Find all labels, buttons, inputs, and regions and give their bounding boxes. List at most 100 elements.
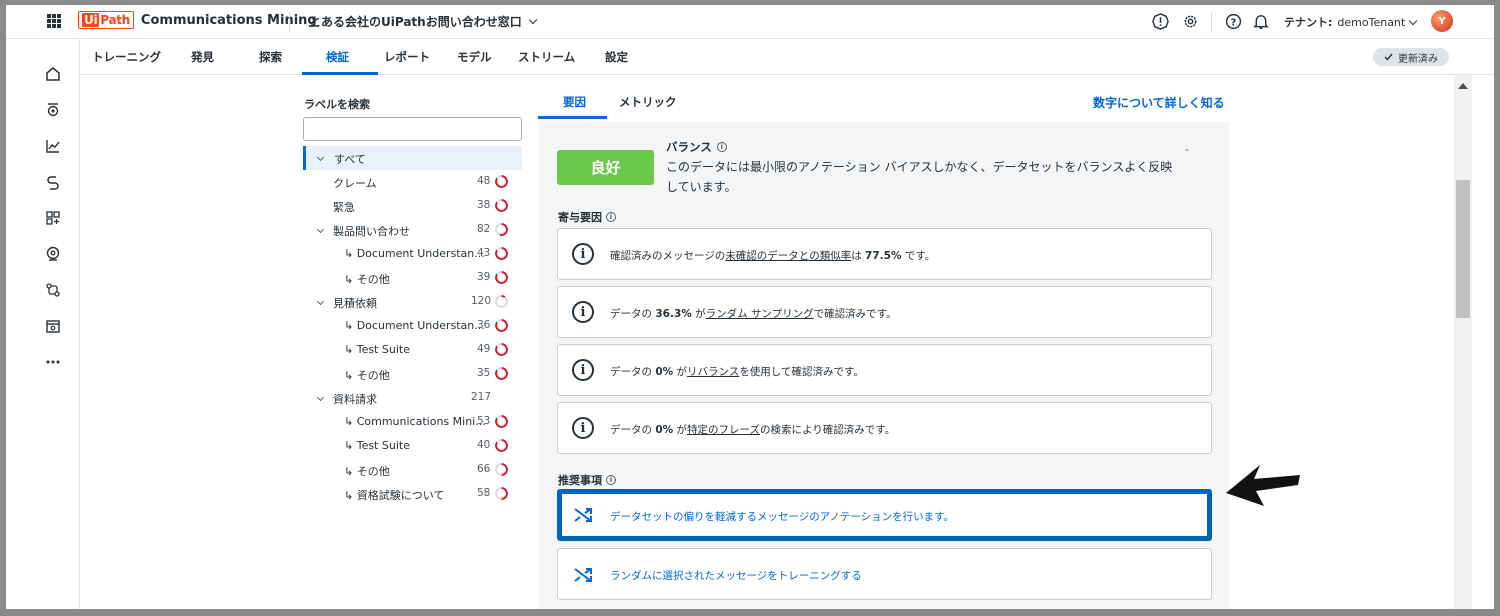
logo-ui-text: Ui: [82, 13, 100, 27]
scrollbar[interactable]: [1454, 75, 1472, 609]
status-badge: 更新済み: [1373, 48, 1449, 66]
help-icon[interactable]: ?: [1224, 12, 1242, 30]
tab-settings[interactable]: 設定: [605, 49, 628, 65]
app-window: Ui Path Communications Mining とある会社のUiPa…: [6, 5, 1494, 609]
label-name: ↳ その他: [344, 369, 390, 382]
bell-icon[interactable]: [1252, 12, 1270, 30]
home-icon[interactable]: [44, 65, 62, 83]
shuffle-icon: [574, 508, 592, 522]
tab-models[interactable]: モデル: [457, 49, 492, 65]
label-item[interactable]: ↳ Communications Mini... 53: [6, 410, 526, 434]
recommendation-text: ランダムに選択されたメッセージをトレーニングする: [610, 570, 862, 582]
label-item[interactable]: クレーム 48: [6, 170, 526, 194]
label-count: 40: [477, 439, 491, 451]
balance-description: このデータには最小限のアノテーション バイアスしかなく、データセットをバランスよ…: [666, 160, 1173, 194]
tab-metrics[interactable]: メトリック: [619, 94, 677, 110]
tenant-label: テナント:: [1284, 16, 1333, 29]
project-selector[interactable]: とある会社のUiPathお問い合わせ窓口: [309, 13, 537, 30]
label-item[interactable]: ↳ Document Understan... 36: [6, 314, 526, 338]
tab-streams[interactable]: ストリーム: [518, 49, 575, 65]
balance-dash: -: [1185, 143, 1189, 156]
label-item[interactable]: すべて: [6, 146, 526, 170]
scroll-up-icon[interactable]: [1458, 83, 1468, 89]
factor-card: i データの 0% が特定のフレーズの検索により確認済みです。: [557, 402, 1212, 454]
info-circle-icon: i: [572, 301, 594, 323]
gear-icon[interactable]: [1181, 12, 1199, 30]
label-name: 資料請求: [333, 393, 377, 406]
factor-link[interactable]: リバランス: [687, 366, 739, 378]
balance-heading: バランス i: [666, 139, 727, 155]
automation-icon[interactable]: [44, 101, 62, 119]
label-item[interactable]: ↳ Test Suite 40: [6, 434, 526, 458]
active-tab-indicator: [302, 72, 378, 75]
chevron-down-icon: [1408, 16, 1418, 25]
chevron-down-icon[interactable]: [316, 393, 325, 402]
chevron-down-icon[interactable]: [316, 225, 325, 234]
info-icon[interactable]: i: [606, 475, 616, 485]
label-item[interactable]: 緊急 38: [6, 194, 526, 218]
logo-box: Ui Path: [78, 11, 134, 29]
tenant-selector[interactable]: テナント: demoTenant: [1284, 14, 1418, 30]
info-circle-icon: i: [572, 417, 594, 439]
label-progress-ring: [495, 247, 508, 260]
avatar[interactable]: Y: [1431, 10, 1453, 32]
factors-heading: 寄与要因 i: [558, 209, 616, 225]
learn-more-link[interactable]: 数字について詳しく知る: [1093, 94, 1225, 111]
factor-link[interactable]: 未確認のデータとの類似率: [725, 250, 851, 262]
label-item[interactable]: ↳ Document Understan... 43: [6, 242, 526, 266]
label-item[interactable]: 見積依頼 120: [6, 290, 526, 314]
active-subtab-indicator: [538, 116, 607, 119]
label-count: 58: [477, 487, 491, 499]
label-item[interactable]: 製品問い合わせ 82: [6, 218, 526, 242]
label-name: 緊急: [333, 201, 355, 214]
factor-card: i データの 36.3% がランダム サンプリングで確認済みです。: [557, 286, 1212, 338]
label-item[interactable]: ↳ その他 35: [6, 362, 526, 386]
tab-factors[interactable]: 要因: [563, 94, 586, 110]
label-name: ↳ Document Understan...: [344, 247, 485, 260]
status-badge-label: 更新済み: [1398, 53, 1438, 65]
tab-explore[interactable]: 探索: [259, 49, 282, 65]
tab-training[interactable]: トレーニング: [92, 49, 161, 65]
label-search-input[interactable]: [303, 117, 522, 141]
app-launcher-icon[interactable]: [47, 14, 61, 28]
label-item[interactable]: ↳ 資格試験について 58: [6, 482, 526, 506]
factor-text: データの 36.3% がランダム サンプリングで確認済みです。: [610, 308, 897, 320]
label-item[interactable]: ↳ その他 39: [6, 266, 526, 290]
label-progress-ring: [495, 271, 508, 284]
tab-reports[interactable]: レポート: [384, 49, 430, 65]
info-icon[interactable]: i: [606, 212, 616, 222]
project-name: とある会社のUiPathお問い合わせ窓口: [309, 15, 522, 29]
top-header: Ui Path Communications Mining とある会社のUiPa…: [6, 5, 1494, 39]
factor-link[interactable]: 特定のフレーズ: [687, 424, 760, 436]
label-progress-ring: [495, 223, 508, 236]
label-item[interactable]: ↳ その他 66: [6, 458, 526, 482]
label-name: ↳ Test Suite: [344, 343, 410, 356]
header-divider: [289, 12, 290, 32]
label-progress-ring: [495, 487, 508, 500]
label-progress-ring: [495, 343, 508, 356]
recommendation-random-training[interactable]: ランダムに選択されたメッセージをトレーニングする: [557, 548, 1212, 600]
info-icon[interactable]: i: [716, 142, 727, 152]
recommendation-annotate-bias[interactable]: データセットの偏りを軽減するメッセージのアノテーションを行います。: [557, 489, 1212, 541]
label-name: ↳ Test Suite: [344, 439, 410, 452]
svg-text:?: ?: [1230, 17, 1235, 28]
tab-validation[interactable]: 検証: [326, 49, 349, 65]
label-count: 39: [477, 271, 491, 283]
check-icon: [1384, 53, 1393, 61]
label-progress-ring: [495, 199, 508, 212]
scrollbar-thumb[interactable]: [1456, 180, 1470, 318]
recommendation-text: データセットの偏りを軽減するメッセージのアノテーションを行います。: [610, 511, 955, 523]
chevron-down-icon[interactable]: [316, 153, 325, 162]
chevron-down-icon[interactable]: [316, 297, 325, 306]
label-item[interactable]: ↳ Test Suite 49: [6, 338, 526, 362]
info-circle-icon: i: [572, 359, 594, 381]
tab-discover[interactable]: 発見: [191, 49, 214, 65]
uipath-logo[interactable]: Ui Path Communications Mining: [78, 11, 317, 29]
health-alert-icon[interactable]: [1151, 12, 1169, 30]
tenant-name: demoTenant: [1337, 15, 1406, 29]
label-item[interactable]: 資料請求 217: [6, 386, 526, 410]
factor-link[interactable]: ランダム サンプリング: [706, 308, 814, 320]
chevron-down-icon: [528, 15, 537, 25]
label-search-title: ラベルを検索: [304, 98, 370, 111]
factor-card: i 確認済みのメッセージの未確認のデータとの類似率は 77.5% です。: [557, 228, 1212, 280]
